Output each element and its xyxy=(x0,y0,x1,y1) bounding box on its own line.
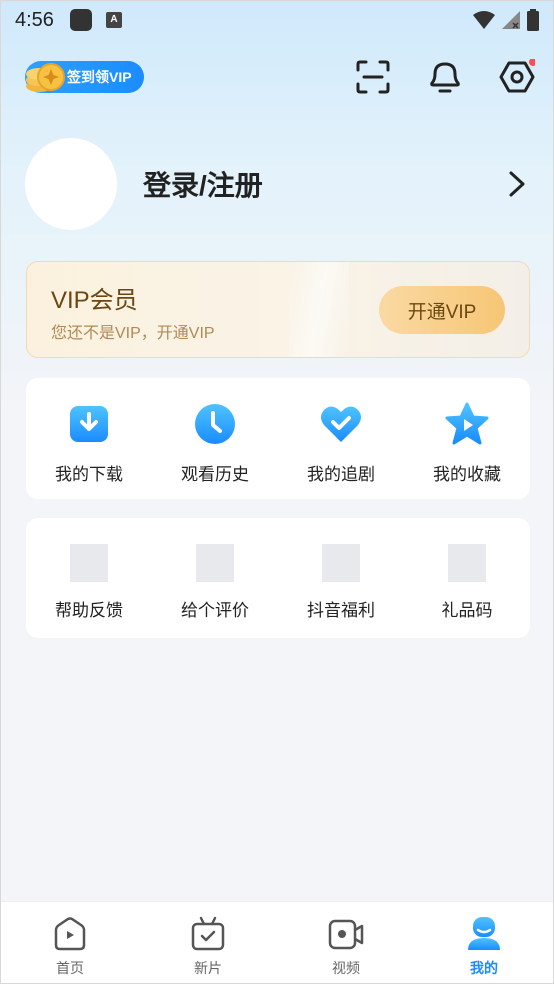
douyin-benefits-label: 抖音福利 xyxy=(307,601,375,620)
login-register-link[interactable]: 登录/注册 xyxy=(143,164,263,204)
a-notification-icon: A xyxy=(105,12,122,28)
my-downloads-item[interactable]: 我的下载 xyxy=(26,378,152,499)
avatar[interactable] xyxy=(25,138,117,230)
gift-code-label: 礼品码 xyxy=(441,601,493,620)
tab-mine[interactable]: 我的 xyxy=(415,902,553,983)
scan-icon[interactable] xyxy=(355,59,391,95)
status-bar: 4:56 A xyxy=(1,1,553,39)
my-favorites-label: 我的收藏 xyxy=(433,465,501,484)
vip-subtitle: 您还不是VIP，开通VIP xyxy=(51,325,215,342)
header-row: 签到领VIP xyxy=(25,57,535,97)
my-series-item[interactable]: 我的追剧 xyxy=(278,378,404,499)
help-feedback-icon xyxy=(70,544,108,582)
app-notification-icon xyxy=(69,9,92,31)
signal-icon xyxy=(502,11,520,29)
watch-history-label: 观看历史 xyxy=(181,465,249,484)
gift-code-icon xyxy=(448,544,486,582)
battery-icon xyxy=(527,9,539,31)
star-play-icon xyxy=(445,402,489,445)
tab-home-label: 首页 xyxy=(56,960,84,976)
wifi-icon xyxy=(473,11,495,29)
settings-icon[interactable] xyxy=(499,59,535,95)
download-icon xyxy=(70,406,108,442)
vip-title: VIP会员 xyxy=(51,287,138,314)
home-play-icon xyxy=(54,917,86,951)
profile-row[interactable]: 登录/注册 xyxy=(25,137,529,231)
chevron-right-icon[interactable] xyxy=(505,168,529,200)
rate-app-label: 给个评价 xyxy=(181,601,249,620)
checkin-label: 签到领VIP xyxy=(67,69,132,85)
watch-history-item[interactable]: 观看历史 xyxy=(152,378,278,499)
checkin-vip-button[interactable]: 签到领VIP xyxy=(25,61,144,93)
rate-app-item[interactable]: 给个评价 xyxy=(152,518,278,638)
tab-home[interactable]: 首页 xyxy=(1,902,139,983)
tab-mine-label: 我的 xyxy=(470,960,498,976)
tab-video[interactable]: 视频 xyxy=(277,902,415,983)
vip-card[interactable]: VIP会员 您还不是VIP，开通VIP 开通VIP xyxy=(26,261,530,358)
my-favorites-item[interactable]: 我的收藏 xyxy=(404,378,530,499)
bell-icon[interactable] xyxy=(427,59,463,95)
tab-new-releases-label: 新片 xyxy=(194,960,222,976)
notification-dot xyxy=(529,59,535,66)
my-downloads-label: 我的下载 xyxy=(55,465,123,484)
tab-video-label: 视频 xyxy=(332,960,360,976)
clock-icon xyxy=(195,404,235,444)
my-series-label: 我的追剧 xyxy=(307,465,375,484)
tv-check-icon xyxy=(191,916,225,951)
more-services-card: 帮助反馈 给个评价 抖音福利 礼品码 xyxy=(26,518,530,638)
help-feedback-label: 帮助反馈 xyxy=(55,601,123,620)
tab-new-releases[interactable]: 新片 xyxy=(139,902,277,983)
heart-check-icon xyxy=(321,406,361,442)
status-time: 4:56 xyxy=(15,8,54,31)
gift-code-item[interactable]: 礼品码 xyxy=(404,518,530,638)
vip-card-decoration xyxy=(289,262,349,357)
open-vip-button[interactable]: 开通VIP xyxy=(379,286,505,334)
quick-actions-card: 我的下载 观看历史 我的追剧 我的收藏 xyxy=(26,378,530,499)
bottom-tab-bar: 首页 新片 视频 我的 xyxy=(1,901,553,983)
video-camera-icon xyxy=(328,919,364,950)
douyin-benefits-item[interactable]: 抖音福利 xyxy=(278,518,404,638)
gold-coin-icon xyxy=(26,63,65,92)
rate-app-icon xyxy=(196,544,234,582)
help-feedback-item[interactable]: 帮助反馈 xyxy=(26,518,152,638)
user-icon xyxy=(468,917,500,950)
douyin-benefits-icon xyxy=(322,544,360,582)
